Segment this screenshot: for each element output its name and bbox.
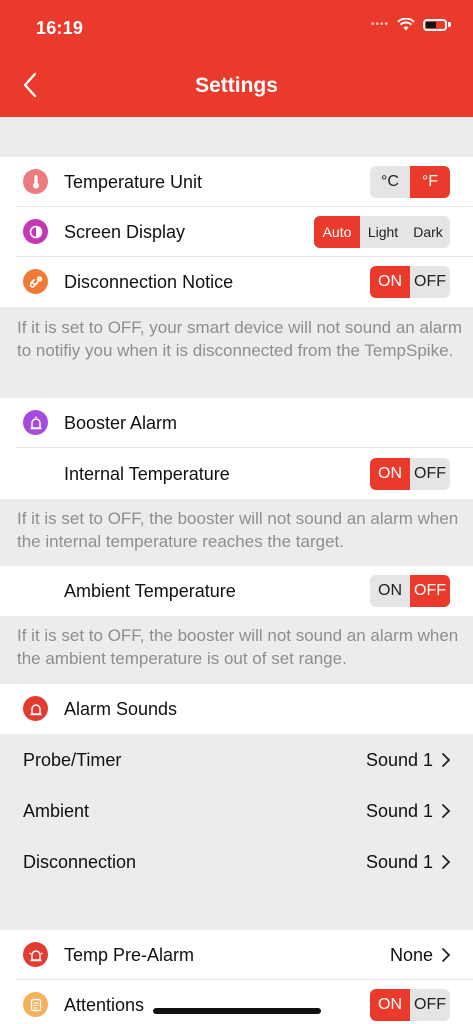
temperature-unit-row: Temperature Unit °C °F bbox=[0, 157, 473, 207]
toggle-off-option[interactable]: OFF bbox=[410, 989, 450, 1021]
chevron-right-icon bbox=[442, 804, 451, 818]
sound-row-label: Disconnection bbox=[23, 852, 137, 872]
display-auto-option[interactable]: Auto bbox=[314, 216, 360, 248]
booster-alarm-icon bbox=[23, 410, 48, 435]
brightness-icon bbox=[23, 219, 48, 244]
internal-temperature-toggle[interactable]: ON OFF bbox=[370, 458, 450, 490]
alarm-sounds-row: Alarm Sounds bbox=[0, 684, 473, 734]
chevron-right-icon bbox=[442, 948, 451, 962]
display-dark-option[interactable]: Dark bbox=[406, 216, 450, 248]
toggle-on-option[interactable]: ON bbox=[370, 575, 410, 607]
alarm-sounds-label: Alarm Sounds bbox=[64, 699, 178, 719]
temp-pre-alarm-row[interactable]: Temp Pre-Alarm None bbox=[0, 930, 473, 980]
booster-alarm-label: Booster Alarm bbox=[64, 413, 178, 433]
sound-row-value: Sound 1 bbox=[365, 750, 433, 770]
disconnection-notice-label: Disconnection Notice bbox=[64, 272, 234, 292]
home-indicator[interactable] bbox=[153, 1008, 321, 1014]
temp-pre-alarm-value: None bbox=[389, 945, 433, 965]
ambient-temperature-label: Ambient Temperature bbox=[64, 581, 236, 601]
attentions-note-icon bbox=[23, 992, 48, 1017]
wifi-icon bbox=[397, 18, 415, 31]
pre-alarm-icon bbox=[23, 942, 48, 967]
ambient-temperature-note: If it is set to OFF, the booster will no… bbox=[17, 626, 459, 668]
display-light-option[interactable]: Light bbox=[360, 216, 406, 248]
unit-celsius-option[interactable]: °C bbox=[370, 166, 410, 198]
page-title: Settings bbox=[195, 74, 278, 97]
screen-display-label: Screen Display bbox=[64, 222, 186, 242]
battery-icon bbox=[423, 18, 447, 31]
disconnection-notice-row: Disconnection Notice ON OFF bbox=[0, 257, 473, 307]
toggle-on-option[interactable]: ON bbox=[370, 458, 410, 490]
temperature-unit-segmented[interactable]: °C °F bbox=[370, 166, 450, 198]
temp-pre-alarm-label: Temp Pre-Alarm bbox=[64, 945, 195, 965]
sound-row-ambient[interactable]: Ambient Sound 1 bbox=[0, 786, 473, 837]
unit-fahrenheit-option[interactable]: °F bbox=[410, 166, 450, 198]
booster-alarm-row: Booster Alarm bbox=[0, 398, 473, 448]
internal-temperature-row: Internal Temperature ON OFF bbox=[0, 448, 473, 499]
toggle-off-option[interactable]: OFF bbox=[410, 266, 450, 298]
sound-row-label: Probe/Timer bbox=[23, 750, 122, 770]
sound-row-label: Ambient bbox=[23, 801, 90, 821]
sound-row-value: Sound 1 bbox=[365, 852, 433, 872]
disconnection-notice-toggle[interactable]: ON OFF bbox=[370, 266, 450, 298]
toggle-off-option[interactable]: OFF bbox=[410, 575, 450, 607]
screen-display-segmented[interactable]: Auto Light Dark bbox=[314, 216, 450, 248]
sound-row-value: Sound 1 bbox=[365, 801, 433, 821]
ambient-temperature-toggle[interactable]: ON OFF bbox=[370, 575, 450, 607]
chevron-right-icon bbox=[442, 855, 451, 869]
attentions-label: Attentions bbox=[64, 995, 145, 1015]
disconnect-link-icon bbox=[23, 269, 48, 294]
internal-temperature-label: Internal Temperature bbox=[64, 464, 230, 484]
sound-row-disconnection[interactable]: Disconnection Sound 1 bbox=[0, 837, 473, 888]
app-header: 16:19 •••• Settings bbox=[0, 0, 473, 117]
attentions-row: Attentions ON OFF bbox=[0, 980, 473, 1024]
sound-row-probe-timer[interactable]: Probe/Timer Sound 1 bbox=[0, 735, 473, 786]
signal-icon: •••• bbox=[370, 19, 389, 30]
screen-display-row: Screen Display Auto Light Dark bbox=[0, 207, 473, 257]
toggle-on-option[interactable]: ON bbox=[370, 989, 410, 1021]
toggle-off-option[interactable]: OFF bbox=[410, 458, 450, 490]
status-icons: •••• bbox=[371, 18, 451, 31]
status-time: 16:19 bbox=[36, 18, 84, 38]
temperature-unit-label: Temperature Unit bbox=[64, 172, 203, 192]
toggle-on-option[interactable]: ON bbox=[370, 266, 410, 298]
ambient-temperature-row: Ambient Temperature ON OFF bbox=[0, 566, 473, 616]
chevron-right-icon bbox=[442, 753, 451, 767]
attentions-toggle[interactable]: ON OFF bbox=[370, 989, 450, 1021]
alarm-sounds-icon bbox=[23, 696, 48, 721]
battery-tip bbox=[448, 22, 451, 27]
disconnection-notice-note: If it is set to OFF, your smart device w… bbox=[17, 318, 462, 360]
internal-temperature-note: If it is set to OFF, the booster will no… bbox=[17, 509, 459, 551]
thermometer-icon bbox=[23, 169, 48, 194]
